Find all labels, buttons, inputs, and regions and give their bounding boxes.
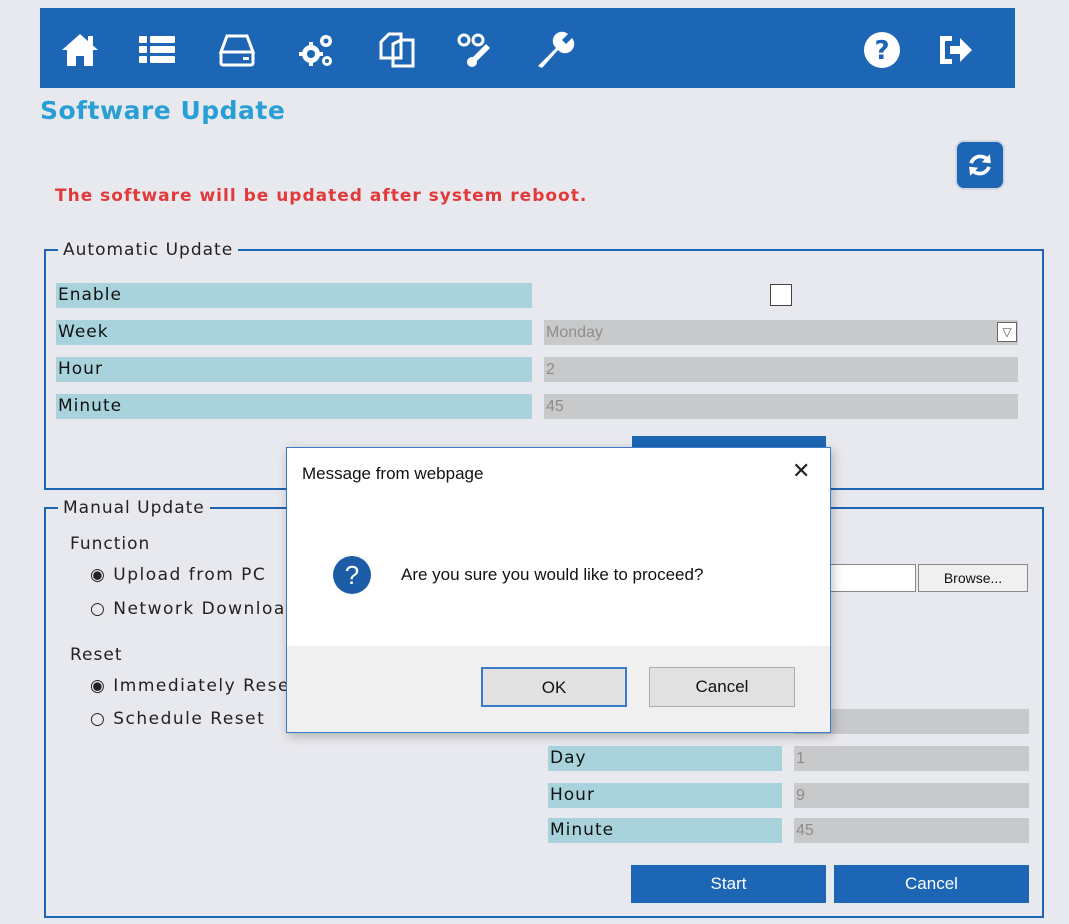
refresh-button[interactable] [955, 140, 1005, 190]
week-select[interactable]: Monday [544, 320, 1018, 345]
close-icon[interactable]: ✕ [792, 458, 810, 484]
automatic-update-legend: Automatic Update [63, 240, 234, 260]
schedule-reset-radio[interactable]: ○ Schedule Reset [90, 709, 265, 729]
network-settings-icon[interactable] [452, 28, 496, 72]
enable-label: Enable [56, 283, 532, 308]
enable-checkbox[interactable] [770, 284, 792, 306]
minute-label: Minute [56, 394, 532, 419]
hour-field[interactable]: 2 [544, 357, 1018, 382]
schedule-minute-label: Minute [548, 818, 782, 843]
start-button[interactable]: Start [631, 865, 826, 903]
schedule-minute-field[interactable]: 45 [794, 818, 1029, 843]
hour-label: Hour [56, 357, 532, 382]
logout-icon[interactable] [932, 28, 976, 72]
upload-from-pc-radio[interactable]: ◉ Upload from PC [90, 565, 266, 585]
home-icon[interactable] [58, 28, 102, 72]
schedule-hour-label: Hour [548, 783, 782, 808]
page-title: Software Update [40, 96, 286, 125]
file-path-input[interactable] [830, 564, 916, 592]
schedule-hour-field[interactable]: 9 [794, 783, 1029, 808]
confirm-dialog: Message from webpage ✕ ? Are you sure yo… [286, 447, 831, 733]
network-download-radio[interactable]: ○ Network Download [90, 599, 298, 619]
dialog-cancel-button[interactable]: Cancel [649, 667, 795, 707]
reboot-notice: The software will be updated after syste… [55, 186, 588, 206]
day-label: Day [548, 746, 782, 771]
upload-from-pc-label: Upload from PC [113, 565, 267, 585]
svg-text:?: ? [874, 36, 889, 66]
dialog-footer: OK Cancel [287, 646, 830, 732]
top-nav-bar: ? [40, 8, 1015, 88]
cancel-button[interactable]: Cancel [834, 865, 1029, 903]
copy-icon[interactable] [375, 28, 419, 72]
week-label: Week [56, 320, 532, 345]
list-icon[interactable] [135, 28, 179, 72]
gears-icon[interactable] [295, 28, 339, 72]
day-field[interactable]: 1 [794, 746, 1029, 771]
dialog-title: Message from webpage [302, 464, 484, 483]
refresh-icon [969, 154, 991, 176]
function-label: Function [70, 534, 151, 554]
wrench-icon[interactable] [532, 28, 576, 72]
browse-button[interactable]: Browse... [918, 564, 1028, 592]
question-icon: ? [333, 556, 371, 594]
immediately-reset-radio[interactable]: ◉ Immediately Reset [90, 676, 298, 696]
help-icon[interactable]: ? [860, 28, 904, 72]
immediately-reset-label: Immediately Reset [113, 676, 299, 696]
reset-label: Reset [70, 645, 123, 665]
dialog-message: Are you sure you would like to proceed? [401, 565, 704, 584]
minute-field[interactable]: 45 [544, 394, 1018, 419]
chevron-down-icon[interactable]: ▽ [997, 322, 1017, 342]
drive-icon[interactable] [215, 28, 259, 72]
dialog-ok-button[interactable]: OK [481, 667, 627, 707]
network-download-label: Network Download [113, 599, 299, 619]
manual-update-legend: Manual Update [63, 498, 205, 518]
schedule-reset-label: Schedule Reset [113, 709, 266, 729]
